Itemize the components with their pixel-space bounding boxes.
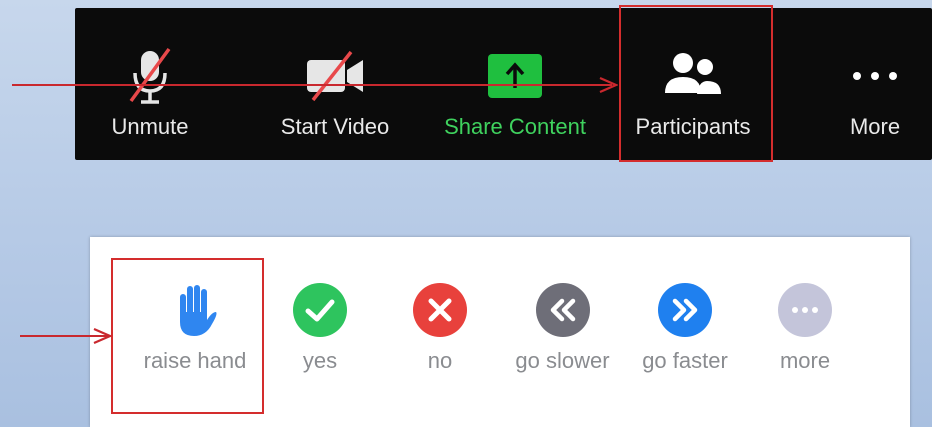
go-faster-button[interactable]: go faster [630, 237, 740, 427]
more-reactions-button[interactable]: more [765, 237, 845, 427]
yes-button[interactable]: yes [285, 237, 355, 427]
ellipsis-icon [850, 42, 900, 110]
more-reactions-label: more [779, 348, 831, 373]
raise-hand-highlight-box [111, 258, 264, 414]
x-circle-icon [410, 280, 470, 340]
unmute-label: Unmute [111, 114, 189, 139]
more-label: More [849, 114, 901, 139]
microphone-muted-icon [125, 42, 175, 110]
go-faster-label: go faster [642, 348, 728, 373]
yes-label: yes [302, 348, 338, 373]
more-button[interactable]: More [825, 8, 925, 160]
video-off-icon [303, 42, 367, 110]
ellipsis-circle-icon [775, 280, 835, 340]
go-slower-label: go slower [515, 348, 610, 373]
participants-arrowhead-icon [599, 76, 618, 94]
start-video-label: Start Video [280, 114, 390, 139]
share-upload-icon [486, 42, 544, 110]
raise-hand-arrowhead-icon [93, 327, 112, 345]
fast-forward-circle-icon [655, 280, 715, 340]
participants-highlight-box [619, 5, 773, 162]
no-label: no [427, 348, 453, 373]
rewind-circle-icon [533, 280, 593, 340]
participants-pointer-arrow [12, 84, 612, 86]
share-content-label: Share Content [444, 114, 586, 139]
no-button[interactable]: no [405, 237, 475, 427]
check-circle-icon [290, 280, 350, 340]
go-slower-button[interactable]: go slower [505, 237, 620, 427]
